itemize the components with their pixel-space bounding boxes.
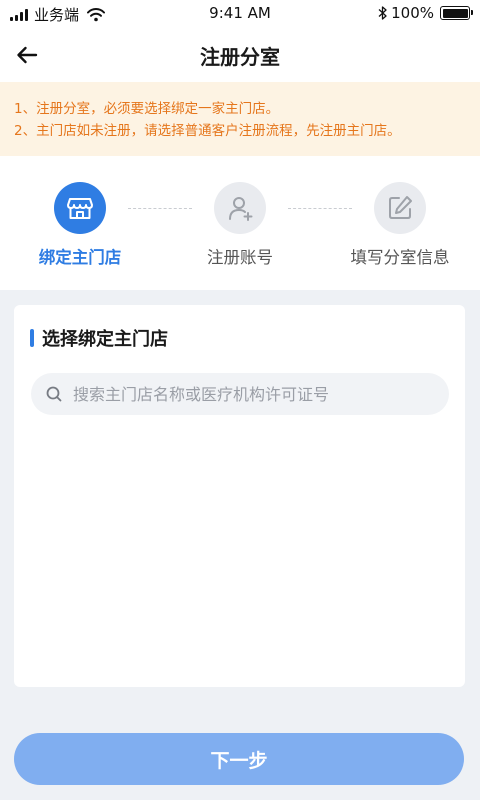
user-add-icon (229, 197, 253, 221)
step-indicator: 绑定主门店 注册账号 填写分室信息 (0, 156, 480, 290)
card-header: 选择绑定主门店 (30, 325, 168, 351)
edit-icon (389, 196, 412, 219)
step-label: 注册账号 (207, 248, 273, 267)
step-circle (54, 182, 106, 234)
step-circle (374, 182, 426, 234)
storefront-icon (67, 198, 93, 219)
bluetooth-icon (378, 6, 387, 20)
page-title: 注册分室 (200, 45, 280, 69)
step-fill-branch-info: 填写分室信息 (340, 182, 460, 268)
search-icon (46, 386, 62, 402)
notice-line-2: 2、主门店如未注册，请选择普通客户注册流程，先注册主门店。 (14, 123, 401, 139)
battery-percent: 100% (391, 4, 434, 22)
step-label: 绑定主门店 (38, 248, 122, 267)
title-accent-bar (30, 329, 34, 347)
search-box[interactable] (31, 373, 449, 415)
card-title: 选择绑定主门店 (42, 329, 168, 350)
notice-banner: 1、注册分室，必须要选择绑定一家主门店。 2、主门店如未注册，请选择普通客户注册… (0, 82, 480, 156)
step-circle (214, 182, 266, 234)
battery-icon (440, 6, 473, 20)
status-right: 100% (378, 4, 473, 22)
step-label: 填写分室信息 (350, 248, 450, 267)
status-bar: 业务端 9:41 AM 100% (0, 0, 480, 28)
store-select-card: 选择绑定主门店 (14, 305, 465, 687)
step-bind-store: 绑定主门店 (20, 182, 140, 268)
notice-line-1: 1、注册分室，必须要选择绑定一家主门店。 (14, 101, 280, 117)
step-register-account: 注册账号 (180, 182, 300, 268)
nav-bar: 注册分室 (0, 28, 480, 82)
next-step-button[interactable]: 下一步 (14, 733, 464, 785)
search-input[interactable] (73, 384, 423, 404)
